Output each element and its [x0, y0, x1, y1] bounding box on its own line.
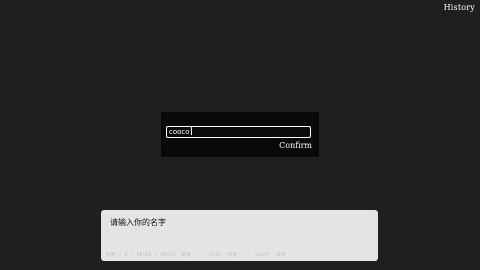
history-button[interactable]: History: [444, 3, 475, 12]
name-entry-dialog: cooco Confirm: [161, 112, 319, 157]
message-box[interactable]: 请输入你的名字 左键 / Z / ENTER / SPACE 继续 CTRL 快…: [101, 210, 378, 261]
name-input[interactable]: cooco: [166, 126, 311, 138]
controls-hint: 左键 / Z / ENTER / SPACE 继续 CTRL 快进 SHIFT …: [106, 253, 286, 258]
prompt-text: 请输入你的名字: [110, 218, 166, 227]
text-caret: [190, 127, 192, 135]
name-input-value: cooco: [169, 128, 190, 136]
confirm-button[interactable]: Confirm: [279, 141, 312, 150]
